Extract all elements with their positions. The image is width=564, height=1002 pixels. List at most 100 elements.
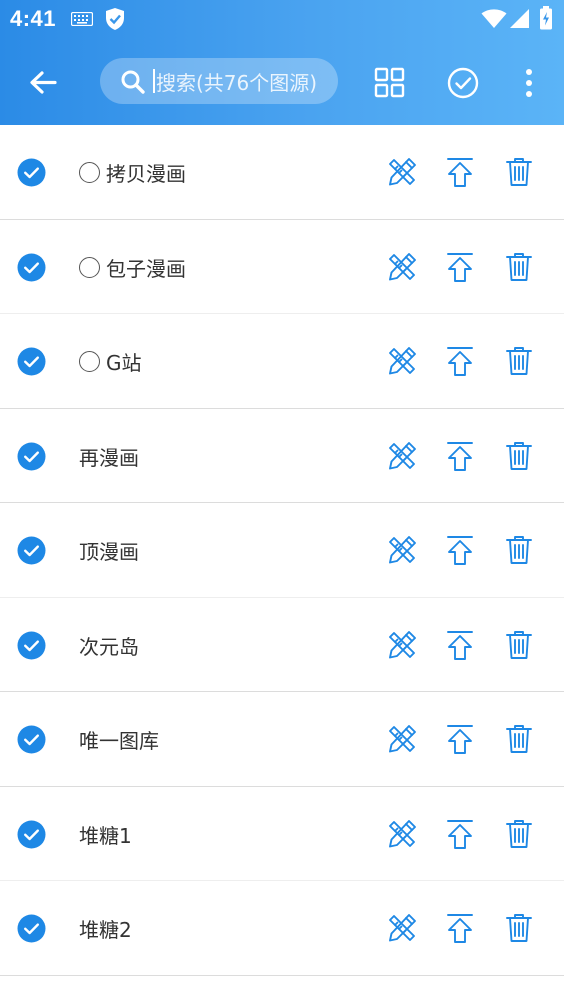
source-name: 再漫画 — [79, 445, 139, 470]
edit-button[interactable] — [385, 155, 419, 189]
source-name: 拷贝漫画 — [106, 162, 186, 186]
grid-view-icon — [374, 67, 405, 98]
delete-icon — [506, 914, 532, 942]
move-top-button[interactable] — [443, 817, 477, 851]
app-bar: 4:41 搜索(共76个图源) — [0, 0, 564, 125]
list-item: 堆糖2 — [0, 881, 564, 976]
checked-circle-icon — [17, 725, 46, 754]
move-top-icon — [447, 725, 473, 754]
row-checkbox[interactable] — [17, 631, 46, 660]
select-all-button[interactable] — [440, 60, 486, 106]
edit-button[interactable] — [385, 439, 419, 473]
row-checkbox[interactable] — [17, 725, 46, 754]
edit-button[interactable] — [385, 817, 419, 851]
delete-icon — [506, 347, 532, 375]
row-checkbox[interactable] — [17, 158, 46, 187]
row-checkbox[interactable] — [17, 347, 46, 376]
delete-icon — [506, 252, 532, 281]
more-vert-icon — [526, 69, 532, 97]
edit-button[interactable] — [385, 533, 419, 567]
checked-circle-icon — [17, 914, 46, 943]
move-top-button[interactable] — [443, 155, 477, 189]
edit-button[interactable] — [385, 722, 419, 756]
delete-icon — [506, 630, 532, 659]
edit-icon — [389, 630, 416, 658]
edit-button[interactable] — [385, 628, 419, 662]
status-time: 4:41 — [10, 6, 57, 31]
move-top-icon — [447, 252, 473, 282]
checked-circle-icon — [17, 631, 46, 659]
search-icon — [121, 70, 145, 94]
delete-button[interactable] — [502, 722, 536, 756]
row-checkbox[interactable] — [17, 820, 46, 849]
delete-button[interactable] — [502, 344, 536, 378]
move-top-button[interactable] — [443, 911, 477, 945]
list-item: 堆糖1 — [0, 787, 564, 882]
source-name: 顶漫画 — [79, 540, 139, 564]
list-item: 包子漫画 — [0, 220, 564, 315]
row-checkbox[interactable] — [17, 914, 46, 943]
move-top-button[interactable] — [443, 533, 477, 567]
move-top-icon — [447, 158, 473, 187]
edit-icon — [389, 914, 416, 942]
delete-button[interactable] — [502, 250, 536, 284]
search-input[interactable]: 搜索(共76个图源) — [100, 58, 338, 104]
edit-icon — [389, 819, 416, 847]
back-button[interactable] — [20, 60, 66, 106]
move-top-icon — [447, 347, 473, 376]
source-list: 拷贝漫画 包子漫画 G站 再漫画 顶漫画 次元岛 唯一图库 堆糖1 堆糖2 — [0, 125, 564, 976]
list-item: 拷贝漫画 — [0, 125, 564, 220]
source-name: 次元岛 — [79, 634, 139, 659]
default-source-radio[interactable] — [79, 351, 100, 372]
default-source-radio[interactable] — [79, 162, 100, 183]
row-checkbox[interactable] — [17, 442, 46, 471]
delete-button[interactable] — [502, 817, 536, 851]
delete-icon — [506, 158, 532, 186]
edit-button[interactable] — [385, 250, 419, 284]
default-source-radio[interactable] — [79, 256, 100, 278]
list-item: 唯一图库 — [0, 692, 564, 787]
delete-button[interactable] — [502, 628, 536, 662]
edit-button[interactable] — [385, 911, 419, 945]
edit-icon — [389, 158, 416, 186]
delete-icon — [506, 536, 532, 564]
edit-button[interactable] — [385, 344, 419, 378]
checked-circle-icon — [17, 347, 46, 376]
delete-icon — [506, 819, 532, 848]
delete-icon — [506, 725, 532, 753]
list-item: 次元岛 — [0, 598, 564, 693]
edit-icon — [389, 536, 416, 564]
checked-circle-icon — [17, 536, 46, 565]
source-name: G站 — [106, 351, 142, 375]
row-checkbox[interactable] — [17, 536, 46, 565]
checked-circle-icon — [17, 253, 46, 281]
list-item: 再漫画 — [0, 409, 564, 504]
move-top-button[interactable] — [443, 722, 477, 756]
source-name: 包子漫画 — [106, 256, 186, 281]
grid-view-button[interactable] — [366, 60, 412, 106]
list-item: 顶漫画 — [0, 503, 564, 598]
more-options-button[interactable] — [506, 60, 552, 106]
delete-icon — [506, 441, 532, 470]
edit-icon — [389, 441, 416, 469]
move-top-button[interactable] — [443, 439, 477, 473]
row-checkbox[interactable] — [17, 253, 46, 282]
move-top-button[interactable] — [443, 628, 477, 662]
move-top-icon — [447, 819, 473, 849]
list-item: G站 — [0, 314, 564, 409]
delete-button[interactable] — [502, 533, 536, 567]
arrow-left-icon — [30, 71, 57, 94]
battery-charging-icon — [539, 6, 553, 35]
source-name: 唯一图库 — [79, 729, 159, 753]
source-name: 堆糖2 — [79, 918, 132, 942]
shield-check-icon — [105, 7, 125, 36]
delete-button[interactable] — [502, 439, 536, 473]
edit-icon — [389, 252, 416, 280]
delete-button[interactable] — [502, 155, 536, 189]
text-cursor — [153, 69, 155, 93]
checked-circle-icon — [17, 158, 46, 187]
status-bar: 4:41 — [0, 0, 564, 40]
move-top-button[interactable] — [443, 344, 477, 378]
move-top-button[interactable] — [443, 250, 477, 284]
delete-button[interactable] — [502, 911, 536, 945]
